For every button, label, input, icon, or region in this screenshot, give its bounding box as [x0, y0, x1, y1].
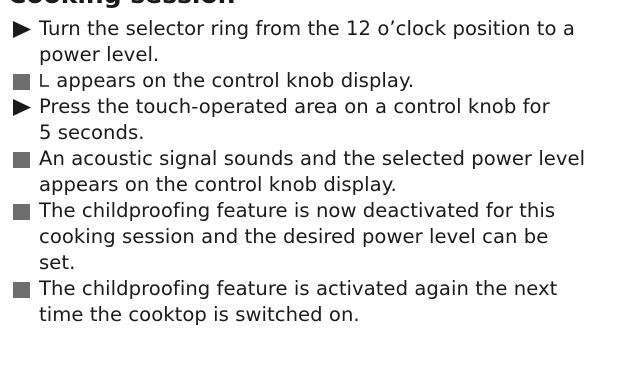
step-result-childproofing-deactivated: The childproofing feature is now deactiv… [0, 198, 644, 276]
section-heading: Cooking session [8, 0, 235, 10]
lock-l-symbol-icon [39, 72, 50, 88]
step-result-acoustic-signal: An acoustic signal sounds and the select… [0, 146, 644, 198]
triangle-right-icon [13, 99, 31, 116]
step-text-line: An acoustic signal sounds and the select… [39, 147, 586, 170]
step-text-line: appears on the control knob display. [39, 68, 638, 94]
step-text-line: power level. [39, 43, 160, 66]
step-result-lock-symbol: appears on the control knob display. [0, 68, 644, 94]
triangle-right-icon [13, 21, 31, 38]
square-bullet-icon [13, 74, 30, 90]
instruction-page: Cooking session Turn the selector ring f… [0, 0, 644, 387]
step-text-line: 5 seconds. [39, 121, 145, 144]
square-bullet-icon [13, 204, 30, 220]
step-result-childproofing-reactivated: The childproofing feature is activated a… [0, 276, 644, 328]
step-text-line: Turn the selector ring from the 12 o’clo… [39, 17, 575, 40]
step-text-fragment: appears on the control knob display. [56, 69, 415, 92]
step-action-press-touch-area: Press the touch-operated area on a contr… [0, 94, 644, 146]
step-action-turn-selector-ring: Turn the selector ring from the 12 o’clo… [0, 16, 644, 68]
step-text-line: cooking session and the desired power le… [39, 225, 549, 248]
step-text-line: Press the touch-operated area on a contr… [39, 95, 550, 118]
square-bullet-icon [13, 282, 30, 298]
square-bullet-icon [13, 152, 30, 168]
step-text-line: set. [39, 251, 76, 274]
step-text-line: appears on the control knob display. [39, 173, 397, 196]
step-text-line: The childproofing feature is activated a… [39, 277, 558, 300]
instruction-steps: Turn the selector ring from the 12 o’clo… [0, 16, 644, 328]
step-text-line: The childproofing feature is now deactiv… [39, 199, 556, 222]
step-text-line: time the cooktop is switched on. [39, 303, 360, 326]
